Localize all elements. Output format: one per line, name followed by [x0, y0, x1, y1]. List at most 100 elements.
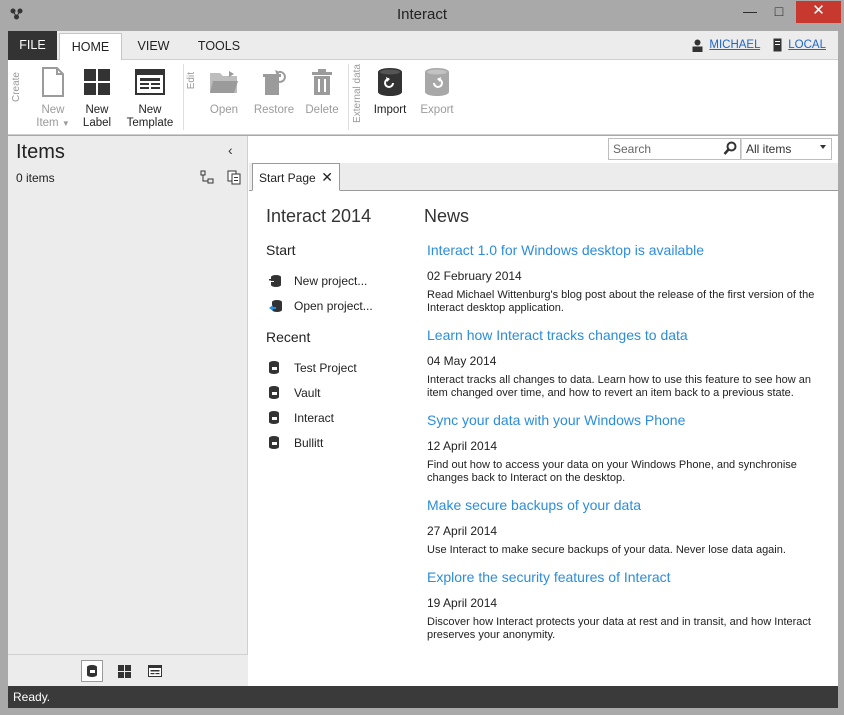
- items-title: Items: [16, 141, 65, 163]
- search-icon[interactable]: [723, 141, 737, 156]
- export-button[interactable]: Export: [417, 66, 457, 117]
- database-icon: [269, 411, 279, 424]
- user-icon: [692, 39, 703, 52]
- collapse-pane-button[interactable]: ‹: [228, 142, 233, 158]
- items-count: 0 items: [16, 171, 55, 185]
- open-project-link[interactable]: Open project...: [268, 298, 373, 313]
- open-project-label: Open project...: [294, 298, 373, 313]
- news-item-date: 27 April 2014: [427, 524, 498, 538]
- filter-dropdown[interactable]: All items: [741, 138, 832, 160]
- recent-project-label: Bullitt: [294, 435, 324, 450]
- restore-button[interactable]: Restore: [251, 66, 297, 117]
- news-item-title[interactable]: Make secure backups of your data: [427, 497, 641, 513]
- news-item-title[interactable]: Learn how Interact tracks changes to dat…: [427, 327, 688, 343]
- new-item-label-2: Item: [36, 117, 59, 129]
- group-label-create: Create: [11, 72, 22, 103]
- user-area: MICHAEL LOCAL: [692, 38, 826, 52]
- news-item-body: Read Michael Wittenburg's blog post abou…: [427, 289, 815, 314]
- close-tab-icon[interactable]: ✕: [321, 169, 333, 186]
- tab-view[interactable]: VIEW: [126, 33, 181, 61]
- maximize-button[interactable]: □: [765, 1, 793, 23]
- open-label: Open: [209, 104, 239, 116]
- minimize-button[interactable]: —: [736, 1, 764, 23]
- news-heading: News: [424, 206, 470, 226]
- document-tab-strip: Start Page ✕: [249, 163, 838, 191]
- document-area: Search All items Start Page ✕ Interact 2…: [249, 136, 838, 686]
- group-label-edit: Edit: [186, 72, 197, 90]
- import-button[interactable]: Import: [370, 66, 410, 117]
- database-export-icon: [425, 68, 449, 96]
- restore-label: Restore: [253, 104, 295, 116]
- new-label-button[interactable]: New Label: [80, 66, 114, 130]
- template-icon: [135, 69, 165, 95]
- news-item-title[interactable]: Explore the security features of Interac…: [427, 569, 671, 585]
- recent-heading: Recent: [266, 329, 311, 345]
- dropdown-arrow-icon: ▼: [61, 119, 70, 128]
- server-icon: [773, 38, 782, 52]
- items-pane: Items ‹ 0 items: [8, 136, 248, 686]
- tree-view-icon[interactable]: [200, 170, 214, 184]
- open-button[interactable]: Open: [204, 66, 244, 117]
- tab-tools[interactable]: TOOLS: [188, 33, 250, 61]
- delete-button[interactable]: Delete: [302, 66, 342, 117]
- group-separator: [183, 64, 184, 130]
- status-bar: Ready.: [8, 686, 838, 708]
- new-project-label: New project...: [294, 273, 368, 288]
- new-item-label-1: New: [41, 104, 65, 116]
- new-template-label-1: New: [138, 104, 162, 116]
- news-item-body: Interact tracks all changes to data. Lea…: [427, 374, 812, 399]
- database-icon: [269, 361, 279, 374]
- export-label: Export: [420, 104, 454, 116]
- close-button[interactable]: ✕: [796, 1, 841, 23]
- main-area: Items ‹ 0 items Search All items Start P…: [8, 136, 838, 686]
- location-link[interactable]: LOCAL: [788, 39, 826, 51]
- status-text: Ready.: [13, 690, 51, 704]
- new-label-label-1: New: [85, 104, 109, 116]
- news-item-date: 02 February 2014: [427, 269, 522, 283]
- news-item-date: 12 April 2014: [427, 439, 498, 453]
- restore-bin-icon: [263, 70, 286, 95]
- open-database-icon: [269, 300, 282, 312]
- delete-label: Delete: [305, 104, 339, 116]
- database-icon: [269, 386, 279, 399]
- menu-bar: FILE HOME VIEW TOOLS MICHAEL LOCAL: [8, 31, 838, 61]
- news-item-body: Find out how to access your data on your…: [427, 459, 797, 484]
- recent-project-item[interactable]: Vault: [268, 385, 320, 400]
- folder-open-icon: [210, 71, 238, 93]
- search-input[interactable]: Search: [608, 138, 741, 160]
- recent-project-label: Interact: [294, 410, 335, 425]
- new-label-label-2: Label: [82, 117, 112, 129]
- filter-value: All items: [746, 142, 792, 156]
- search-placeholder: Search: [613, 142, 652, 156]
- news-item-title[interactable]: Sync your data with your Windows Phone: [427, 412, 685, 428]
- database-icon: [269, 436, 279, 449]
- tab-start-page[interactable]: Start Page ✕: [252, 163, 340, 191]
- start-heading: Start: [266, 242, 296, 258]
- user-link[interactable]: MICHAEL: [709, 39, 760, 51]
- start-page-title: Interact 2014: [266, 206, 372, 226]
- tab-home[interactable]: HOME: [59, 33, 122, 61]
- template-view-button[interactable]: [144, 660, 166, 682]
- recent-project-label: Vault: [294, 385, 321, 400]
- database-icon: [87, 665, 97, 677]
- recent-project-item[interactable]: Interact: [268, 410, 334, 425]
- grid-view-button[interactable]: [113, 660, 135, 682]
- recent-project-item[interactable]: Test Project: [268, 360, 357, 375]
- new-item-button[interactable]: New Item ▼: [34, 66, 72, 130]
- copy-icon[interactable]: [227, 170, 242, 185]
- recent-project-label: Test Project: [294, 360, 357, 375]
- pane-view-switcher: [8, 654, 248, 686]
- new-template-button[interactable]: New Template: [124, 66, 176, 130]
- database-view-button[interactable]: [81, 660, 103, 682]
- news-item-date: 19 April 2014: [427, 596, 498, 610]
- template-icon: [148, 665, 162, 677]
- grid-icon: [117, 664, 131, 678]
- new-project-link[interactable]: New project...: [268, 273, 367, 288]
- group-separator: [348, 64, 349, 130]
- news-item-title[interactable]: Interact 1.0 for Windows desktop is avai…: [427, 242, 704, 258]
- document-icon: [42, 67, 64, 97]
- file-menu[interactable]: FILE: [8, 31, 57, 60]
- recent-project-item[interactable]: Bullitt: [268, 435, 323, 450]
- ribbon: Create New Item ▼ New Label New Template…: [8, 60, 838, 135]
- database-import-icon: [378, 68, 402, 96]
